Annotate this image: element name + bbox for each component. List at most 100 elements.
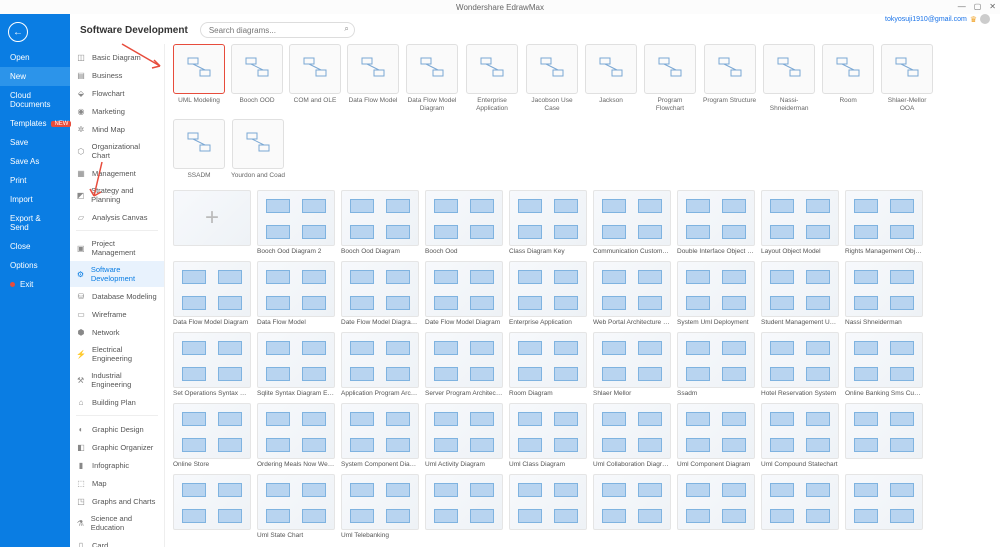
diagram-card[interactable]: Uml Class Diagram [509, 403, 587, 468]
nav-import[interactable]: Import [0, 190, 70, 209]
diagram-card[interactable] [761, 474, 839, 539]
template-type-card[interactable]: Data Flow Model Diagram [405, 44, 459, 113]
diagram-card[interactable]: System Uml Deployment [677, 261, 755, 326]
template-type-card[interactable]: SSADM [173, 119, 225, 186]
diagram-card[interactable]: Nassi Shneiderman [845, 261, 923, 326]
back-button[interactable]: ← [8, 22, 28, 42]
diagram-card[interactable]: Booch Ood Diagram 2 [257, 190, 335, 255]
category-wireframe[interactable]: ▭Wireframe [70, 305, 164, 323]
diagram-card[interactable] [509, 474, 587, 539]
nav-exit[interactable]: Exit [0, 275, 70, 294]
search-input[interactable] [200, 22, 355, 38]
nav-open[interactable]: Open [0, 48, 70, 67]
category-mind-map[interactable]: ✲Mind Map [70, 120, 164, 138]
category-graphic-design[interactable]: ◐Graphic Design [70, 420, 164, 438]
maximize-button[interactable]: ▢ [974, 2, 982, 11]
category-strategy-and-planning[interactable]: ◩Strategy and Planning [70, 182, 164, 208]
template-type-card[interactable]: COM and OLE [289, 44, 341, 113]
minimize-button[interactable]: ― [958, 2, 966, 11]
nav-options[interactable]: Options [0, 256, 70, 275]
diagram-card[interactable]: Uml Activity Diagram [425, 403, 503, 468]
diagram-card[interactable] [425, 474, 503, 539]
nav-templates[interactable]: TemplatesNEW [0, 114, 70, 133]
diagram-card[interactable] [677, 474, 755, 539]
diagram-card[interactable]: Shlaer Mellor [593, 332, 671, 397]
category-database-modeling[interactable]: ⛁Database Modeling [70, 287, 164, 305]
diagram-card[interactable]: Online Banking Sms Customer S... [845, 332, 923, 397]
category-analysis-canvas[interactable]: ▱Analysis Canvas [70, 208, 164, 226]
diagram-card[interactable]: Ssadm [677, 332, 755, 397]
diagram-card[interactable]: Student Management Use Case [761, 261, 839, 326]
category-electrical-engineering[interactable]: ⚡Electrical Engineering [70, 341, 164, 367]
template-type-card[interactable]: Yourdon and Coad [231, 119, 285, 186]
nav-close[interactable]: Close [0, 237, 70, 256]
user-email[interactable]: tokyosuji1910@gmail.com [885, 16, 967, 23]
diagram-card[interactable]: Uml Compound Statechart [761, 403, 839, 468]
diagram-card[interactable]: Rights Management Object Model [845, 190, 923, 255]
diagram-card[interactable] [593, 474, 671, 539]
user-avatar-icon[interactable] [980, 14, 990, 24]
diagram-card[interactable]: Booch Ood Diagram [341, 190, 419, 255]
close-button[interactable]: ✕ [989, 2, 996, 11]
diagram-card[interactable]: Data Flow Model Diagram [173, 261, 251, 326]
diagram-card[interactable]: Uml State Chart [257, 474, 335, 539]
category-graphic-organizer[interactable]: ◧Graphic Organizer [70, 438, 164, 456]
diagram-card[interactable]: Data Flow Model [257, 261, 335, 326]
category-industrial-engineering[interactable]: ⚒Industrial Engineering [70, 367, 164, 393]
nav-save[interactable]: Save [0, 133, 70, 152]
category-science-and-education[interactable]: ⚗Science and Education [70, 510, 164, 536]
template-type-card[interactable]: Jackson [585, 44, 637, 113]
template-type-card[interactable]: Shlaer-Mellor OOA [880, 44, 934, 113]
category-basic-diagram[interactable]: ◫Basic Diagram [70, 48, 164, 66]
category-card[interactable]: ▯Card [70, 536, 164, 547]
diagram-card[interactable]: Booch Ood [425, 190, 503, 255]
template-type-card[interactable]: Booch OOD [231, 44, 283, 113]
diagram-card[interactable]: Set Operations Syntax Diagram E... [173, 332, 251, 397]
nav-print[interactable]: Print [0, 171, 70, 190]
new-blank-diagram[interactable]: + [173, 190, 251, 255]
category-network[interactable]: ⬢Network [70, 323, 164, 341]
template-type-card[interactable]: Program Structure [703, 44, 756, 113]
diagram-card[interactable]: Application Program Architecture [341, 332, 419, 397]
diagram-card[interactable]: Uml Telebanking [341, 474, 419, 539]
search-icon[interactable]: ⌕ [344, 24, 348, 34]
template-type-card[interactable]: Enterprise Application [465, 44, 519, 113]
category-organizational-chart[interactable]: ⬡Organizational Chart [70, 138, 164, 164]
diagram-card[interactable]: Uml Component Diagram [677, 403, 755, 468]
diagram-card[interactable]: System Component Diagram [341, 403, 419, 468]
template-type-card[interactable]: Program Flowchart [643, 44, 697, 113]
diagram-card[interactable]: Sqlite Syntax Diagram Example [257, 332, 335, 397]
diagram-card[interactable]: Enterprise Application [509, 261, 587, 326]
category-software-development[interactable]: ⚙Software Development [70, 261, 164, 287]
category-infographic[interactable]: ▮Infographic [70, 456, 164, 474]
diagram-card[interactable]: Communication Customer Requ... [593, 190, 671, 255]
diagram-card[interactable]: Date Flow Model Diagram [425, 261, 503, 326]
category-business[interactable]: ▤Business [70, 66, 164, 84]
diagram-card[interactable]: Ordering Meals Now Web Service [257, 403, 335, 468]
template-type-card[interactable]: Jacobson Use Case [525, 44, 579, 113]
diagram-card[interactable]: Web Portal Architecture Diagram [593, 261, 671, 326]
diagram-card[interactable]: Date Flow Model Diagram 2 [341, 261, 419, 326]
diagram-card[interactable] [173, 474, 251, 539]
category-project-management[interactable]: ▣Project Management [70, 235, 164, 261]
template-type-card[interactable]: Nassi-Shneiderman [762, 44, 816, 113]
diagram-card[interactable]: Hotel Reservation System [761, 332, 839, 397]
diagram-card[interactable]: Layout Object Model [761, 190, 839, 255]
template-type-card[interactable]: UML Modeling [173, 44, 225, 113]
category-flowchart[interactable]: ⬙Flowchart [70, 84, 164, 102]
category-management[interactable]: ▦Management [70, 164, 164, 182]
nav-cloud-documents[interactable]: Cloud Documents [0, 86, 70, 114]
category-building-plan[interactable]: ⌂Building Plan [70, 393, 164, 411]
diagram-card[interactable] [845, 403, 923, 468]
diagram-card[interactable]: Double Interface Object Model ... [677, 190, 755, 255]
diagram-card[interactable] [845, 474, 923, 539]
diagram-card[interactable]: Class Diagram Key [509, 190, 587, 255]
diagram-card[interactable]: Room Diagram [509, 332, 587, 397]
category-marketing[interactable]: ◉Marketing [70, 102, 164, 120]
nav-save-as[interactable]: Save As [0, 152, 70, 171]
template-type-card[interactable]: Data Flow Model [347, 44, 399, 113]
category-map[interactable]: ⬚Map [70, 474, 164, 492]
template-type-card[interactable]: Room [822, 44, 874, 113]
diagram-card[interactable]: Online Store [173, 403, 251, 468]
diagram-card[interactable]: Uml Collaboration Diagram [593, 403, 671, 468]
